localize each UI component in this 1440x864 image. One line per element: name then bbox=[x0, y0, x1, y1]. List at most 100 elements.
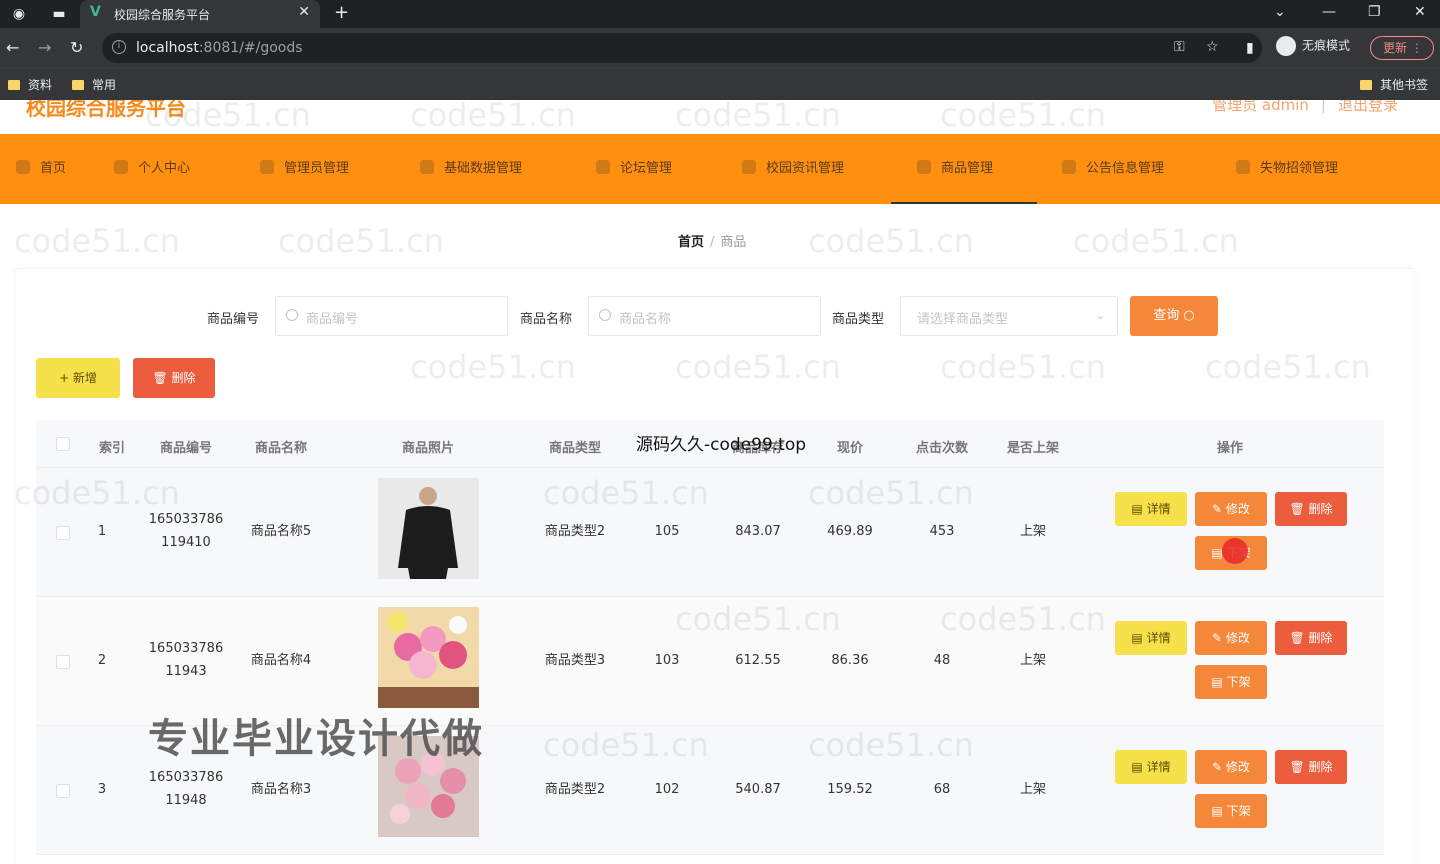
minimize-icon[interactable]: — bbox=[1322, 4, 1336, 20]
row-checkbox[interactable] bbox=[56, 526, 70, 540]
key-icon[interactable]: ⚿ bbox=[1174, 39, 1185, 55]
address-bar: ← → ↻ i localhost:8081/#/goods ⚿ ☆ ▮ 无痕模… bbox=[0, 28, 1440, 68]
sidepanel-icon[interactable]: ▮ bbox=[1246, 40, 1254, 56]
header-clicks: 点击次数 bbox=[915, 441, 969, 456]
breadcrumb-home[interactable]: 首页 bbox=[678, 235, 704, 250]
logout-link[interactable]: 退出登录 bbox=[1338, 100, 1398, 114]
row-checkbox[interactable] bbox=[56, 784, 70, 798]
cell-type: 商品类型3 bbox=[544, 653, 606, 668]
bookmarks-bar: 资料 常用 其他书签 bbox=[0, 68, 1440, 100]
reload-icon[interactable]: ↻ bbox=[70, 38, 83, 57]
cell-original-price: 843.07 bbox=[735, 524, 781, 539]
tab-list-icon[interactable]: ⌄ bbox=[1274, 4, 1286, 20]
row-checkbox[interactable] bbox=[56, 655, 70, 669]
watermark: code51.cn bbox=[14, 222, 180, 260]
cell-original-price: 540.87 bbox=[735, 782, 781, 797]
bookmark-folder-ziliao[interactable]: 资料 bbox=[8, 76, 52, 93]
url-text: localhost:8081/#/goods bbox=[136, 40, 303, 56]
menu-item-notice[interactable]: 公告信息管理 bbox=[1062, 134, 1164, 204]
browser-menu-icon[interactable]: ◉ bbox=[10, 5, 28, 23]
incognito-icon bbox=[1276, 36, 1296, 56]
query-button[interactable]: 查询 ○ bbox=[1130, 296, 1218, 336]
browser-tab-strip: ◉ ▬ V 校园综合服务平台 ✕ + ⌄ — ❐ ✕ bbox=[0, 0, 1440, 28]
goods-photo-flower-bouquet[interactable] bbox=[378, 607, 479, 708]
goods-photo-man-jacket[interactable] bbox=[378, 478, 479, 579]
goods-name-input[interactable]: 商品名称 bbox=[588, 296, 821, 336]
edit-button[interactable]: ✎ 修改 bbox=[1195, 621, 1267, 655]
detail-button[interactable]: ▤ 详情 bbox=[1115, 492, 1187, 526]
delete-button[interactable]: 🗑 删除 bbox=[1275, 750, 1347, 784]
delete-button[interactable]: 🗑 删除 bbox=[1275, 492, 1347, 526]
data-icon bbox=[420, 160, 434, 174]
cell-name: 商品名称4 bbox=[250, 653, 312, 668]
cell-name: 商品名称3 bbox=[250, 782, 312, 797]
tab-close-icon[interactable]: ✕ bbox=[298, 4, 310, 20]
app-title: 校园综合服务平台 bbox=[26, 100, 186, 120]
url-omnibox[interactable]: i localhost:8081/#/goods ⚿ ☆ bbox=[102, 33, 1262, 63]
promo-overlay-text: 专业毕业设计代做 bbox=[148, 716, 484, 762]
delete-button[interactable]: 🗑 删除 bbox=[1275, 621, 1347, 655]
header-actions: 操作 bbox=[1216, 441, 1244, 456]
tab-title: 校园综合服务平台 bbox=[114, 8, 211, 22]
cell-type: 商品类型2 bbox=[544, 524, 606, 539]
breadcrumb: 首页 / 商品 bbox=[678, 235, 747, 250]
header-type: 商品类型 bbox=[548, 441, 602, 456]
incognito-indicator[interactable]: 无痕模式 bbox=[1276, 36, 1350, 56]
watermark: code51.cn bbox=[1073, 222, 1239, 260]
update-button[interactable]: 更新 ⋮ bbox=[1370, 36, 1434, 60]
click-indicator bbox=[1222, 538, 1248, 564]
new-tab-icon[interactable]: + bbox=[334, 2, 349, 23]
user-icon bbox=[114, 160, 128, 174]
add-button[interactable]: + 新增 bbox=[36, 358, 120, 398]
restore-icon[interactable]: ❐ bbox=[1368, 4, 1381, 20]
goods-type-select[interactable]: 请选择商品类型 ⌄ bbox=[900, 296, 1118, 336]
cell-price: 159.52 bbox=[827, 782, 873, 797]
detail-button[interactable]: ▤ 详情 bbox=[1115, 750, 1187, 784]
source-overlay-text: 源码久久-code99.top bbox=[636, 435, 807, 455]
batch-delete-button[interactable]: 🗑 删除 bbox=[133, 358, 215, 398]
goods-icon bbox=[917, 160, 931, 174]
home-icon bbox=[16, 160, 30, 174]
admin-icon bbox=[260, 160, 274, 174]
cell-index: 1 bbox=[97, 524, 107, 539]
goods-name-placeholder: 商品名称 bbox=[619, 312, 672, 327]
window-close-icon[interactable]: ✕ bbox=[1414, 4, 1426, 20]
menu-item-forum[interactable]: 论坛管理 bbox=[596, 134, 672, 204]
offshelf-button[interactable]: ▤ 下架 bbox=[1195, 794, 1267, 828]
bookmark-folder-changyong[interactable]: 常用 bbox=[72, 76, 116, 93]
cell-index: 2 bbox=[97, 653, 107, 668]
cell-clicks: 68 bbox=[933, 782, 951, 797]
menu-item-profile[interactable]: 个人中心 bbox=[114, 134, 190, 204]
menu-item-basedata[interactable]: 基础数据管理 bbox=[420, 134, 522, 204]
tab-search-icon[interactable]: ▬ bbox=[50, 5, 68, 23]
back-icon[interactable]: ← bbox=[6, 38, 19, 57]
table-row[interactable]: 1 165033786 119410 商品名称5 商品类型2 105 843.07… bbox=[36, 468, 1384, 597]
app-header: 校园综合服务平台 管理员 admin | 退出登录 bbox=[0, 100, 1440, 134]
news-icon bbox=[742, 160, 756, 174]
edit-button[interactable]: ✎ 修改 bbox=[1195, 492, 1267, 526]
browser-tab[interactable]: V 校园综合服务平台 ✕ bbox=[80, 0, 320, 28]
other-bookmarks[interactable]: 其他书签 bbox=[1360, 76, 1428, 93]
offshelf-button[interactable]: ▤ 下架 bbox=[1195, 665, 1267, 699]
site-info-icon[interactable]: i bbox=[112, 40, 126, 54]
menu-item-home[interactable]: 首页 bbox=[16, 134, 66, 204]
cell-clicks: 48 bbox=[933, 653, 951, 668]
bookmark-star-icon[interactable]: ☆ bbox=[1206, 39, 1219, 55]
menu-item-lostfound[interactable]: 失物招领管理 bbox=[1236, 134, 1338, 204]
menu-item-admin[interactable]: 管理员管理 bbox=[260, 134, 349, 204]
menu-item-goods[interactable]: 商品管理 bbox=[891, 134, 1037, 204]
lostfound-icon bbox=[1236, 160, 1250, 174]
menu-item-news[interactable]: 校园资讯管理 bbox=[742, 134, 844, 204]
select-all-checkbox[interactable] bbox=[56, 437, 70, 451]
cell-stock: 102 bbox=[654, 782, 680, 797]
header-code: 商品编号 bbox=[159, 441, 213, 456]
header-price: 现价 bbox=[836, 441, 864, 456]
cell-status: 上架 bbox=[1019, 653, 1047, 668]
edit-button[interactable]: ✎ 修改 bbox=[1195, 750, 1267, 784]
detail-button[interactable]: ▤ 详情 bbox=[1115, 621, 1187, 655]
goods-name-label: 商品名称 bbox=[520, 312, 573, 327]
forward-icon[interactable]: → bbox=[38, 38, 51, 57]
cell-price: 86.36 bbox=[831, 653, 869, 668]
goods-code-input[interactable]: 商品编号 bbox=[275, 296, 508, 336]
cell-status: 上架 bbox=[1019, 782, 1047, 797]
